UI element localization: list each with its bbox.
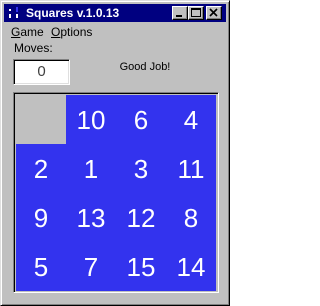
- tile-4[interactable]: 4: [166, 95, 216, 144]
- tile-3[interactable]: 3: [116, 144, 166, 193]
- tile-13[interactable]: 13: [66, 193, 116, 242]
- maximize-icon: [191, 8, 201, 17]
- tile-grid: 10 6 4 2 1 3 11 9 13 12 8 5 7 15 14: [16, 95, 216, 291]
- empty-cell[interactable]: [16, 95, 66, 144]
- tile-15[interactable]: 15: [116, 242, 166, 291]
- menu-bar: Game Options: [4, 23, 226, 41]
- close-button[interactable]: [206, 6, 222, 20]
- minimize-button[interactable]: [172, 6, 188, 20]
- game-board: 10 6 4 2 1 3 11 9 13 12 8 5 7 15 14: [13, 92, 219, 293]
- tile-2[interactable]: 2: [16, 144, 66, 193]
- tile-14[interactable]: 14: [166, 242, 216, 291]
- menu-game-rest: ame: [20, 25, 44, 39]
- close-icon: [209, 8, 218, 17]
- minimize-icon: [176, 15, 182, 17]
- menu-game[interactable]: Game: [11, 25, 44, 39]
- menu-options-accel: O: [51, 25, 61, 39]
- moves-label: Moves:: [14, 41, 53, 55]
- tile-12[interactable]: 12: [116, 193, 166, 242]
- window-title: Squares v.1.0.13: [26, 6, 120, 20]
- tile-10[interactable]: 10: [66, 95, 116, 144]
- status-message: Good Job!: [119, 61, 171, 73]
- tile-11[interactable]: 11: [166, 144, 216, 193]
- tile-9[interactable]: 9: [16, 193, 66, 242]
- squares-app-icon: [6, 5, 22, 21]
- tile-1[interactable]: 1: [66, 144, 116, 193]
- tile-5[interactable]: 5: [16, 242, 66, 291]
- moves-counter: 0: [13, 59, 70, 85]
- menu-options-rest: ptions: [60, 25, 93, 39]
- menu-options[interactable]: Options: [51, 25, 92, 39]
- menu-game-accel: G: [11, 25, 21, 39]
- tile-6[interactable]: 6: [116, 95, 166, 144]
- tile-7[interactable]: 7: [66, 242, 116, 291]
- title-bar[interactable]: Squares v.1.0.13: [4, 4, 226, 22]
- app-window: Squares v.1.0.13 Game Options Moves: 0 G…: [0, 0, 230, 306]
- maximize-button[interactable]: [188, 6, 204, 20]
- tile-8[interactable]: 8: [166, 193, 216, 242]
